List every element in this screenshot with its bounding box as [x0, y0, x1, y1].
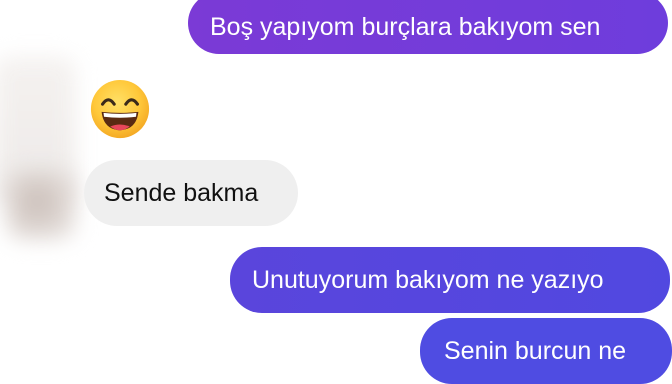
chat-thread: Boş yapıyom burçlara bakıyom sen Sende b…: [0, 0, 672, 384]
grinning-face-emoji-icon[interactable]: [89, 78, 151, 140]
message-text: Boş yapıyom burçlara bakıyom sen: [210, 12, 601, 41]
outgoing-message-bubble[interactable]: Boş yapıyom burçlara bakıyom sen: [188, 0, 668, 54]
contact-avatar[interactable]: [6, 170, 76, 240]
message-text: Sende bakma: [104, 178, 259, 207]
message-text: Senin burcun ne: [444, 336, 627, 365]
incoming-message-bubble[interactable]: Sende bakma: [84, 160, 298, 226]
outgoing-message-bubble[interactable]: Senin burcun ne: [420, 318, 672, 384]
message-text: Unutuyorum bakıyom ne yazıyo: [252, 265, 604, 294]
outgoing-message-bubble[interactable]: Unutuyorum bakıyom ne yazıyo: [230, 247, 670, 313]
